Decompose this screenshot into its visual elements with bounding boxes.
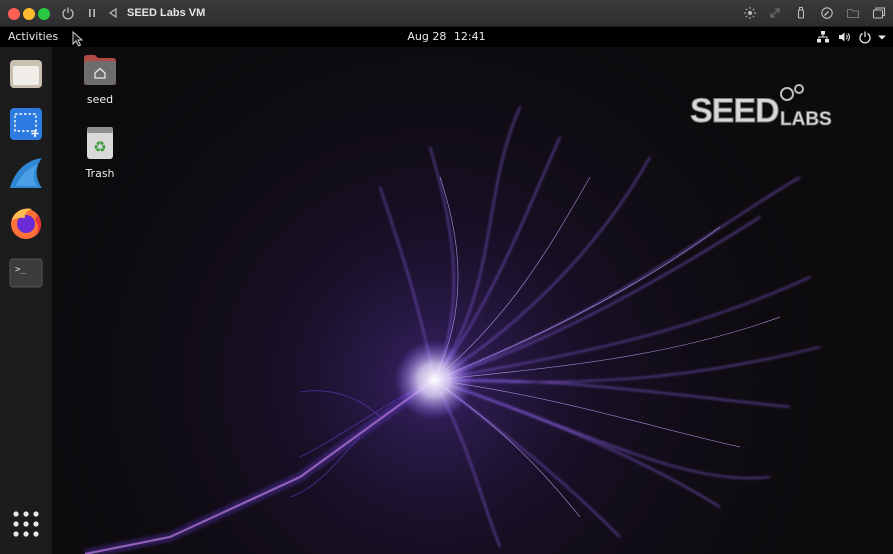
wireshark-fin-icon	[10, 158, 42, 188]
close-window-button[interactable]	[8, 8, 20, 20]
home-folder-icon	[84, 55, 116, 85]
dock: >_	[0, 47, 52, 554]
mouse-cursor-icon	[72, 31, 84, 47]
back-icon[interactable]	[106, 6, 120, 20]
windows-icon[interactable]	[872, 6, 886, 20]
app-grid-icon	[13, 511, 39, 537]
clock-date: Aug 28	[407, 30, 447, 43]
trash-icon: ♻	[87, 127, 113, 159]
volume-icon[interactable]	[837, 30, 851, 44]
dock-item-wireshark[interactable]	[8, 156, 44, 192]
wired-network-icon[interactable]	[816, 30, 830, 44]
folder-icon	[10, 60, 42, 88]
usb-icon[interactable]	[794, 6, 808, 20]
chevron-down-icon[interactable]	[875, 30, 889, 44]
resize-icon[interactable]	[768, 6, 782, 20]
terminal-icon: >_	[9, 258, 43, 288]
network-compass-icon[interactable]	[820, 6, 834, 20]
desktop[interactable]: SEED LABS seed ♻ Trash	[0, 47, 893, 554]
seed-labs-logo: SEED LABS	[690, 84, 832, 131]
show-applications-button[interactable]	[11, 509, 41, 539]
svg-text:♻: ♻	[93, 138, 106, 156]
dock-item-terminal[interactable]: >_	[8, 255, 44, 291]
desktop-icon-label: seed	[86, 93, 114, 106]
vm-window: SEED Labs VM Activities Aug 28 12:41 SEE…	[0, 0, 893, 554]
desktop-icon-trash[interactable]: ♻ Trash	[70, 125, 130, 180]
desktop-icon-seed[interactable]: seed	[70, 53, 130, 106]
svg-text:>_: >_	[15, 265, 26, 275]
vm-title-bar: SEED Labs VM	[0, 0, 893, 27]
pause-icon[interactable]	[85, 6, 99, 20]
svg-text:SEED: SEED	[690, 92, 779, 130]
zoom-window-button[interactable]	[38, 8, 50, 20]
brightness-icon[interactable]	[743, 6, 757, 20]
screenshot-icon	[10, 108, 42, 140]
firefox-icon	[11, 208, 42, 239]
clock[interactable]: Aug 28 12:41	[0, 30, 893, 43]
minimize-window-button[interactable]	[23, 8, 35, 20]
dock-item-files[interactable]	[8, 56, 44, 92]
system-power-icon[interactable]	[858, 30, 872, 44]
desktop-icon-label: Trash	[85, 167, 115, 180]
power-icon[interactable]	[61, 6, 75, 20]
clock-time: 12:41	[453, 30, 486, 43]
dock-item-screenshot[interactable]	[8, 106, 44, 142]
svg-text:LABS: LABS	[780, 109, 832, 130]
dock-item-firefox[interactable]	[8, 205, 44, 241]
shared-folder-icon[interactable]	[846, 6, 860, 20]
vm-title: SEED Labs VM	[127, 7, 206, 19]
gnome-top-bar: Activities Aug 28 12:41	[0, 27, 893, 47]
